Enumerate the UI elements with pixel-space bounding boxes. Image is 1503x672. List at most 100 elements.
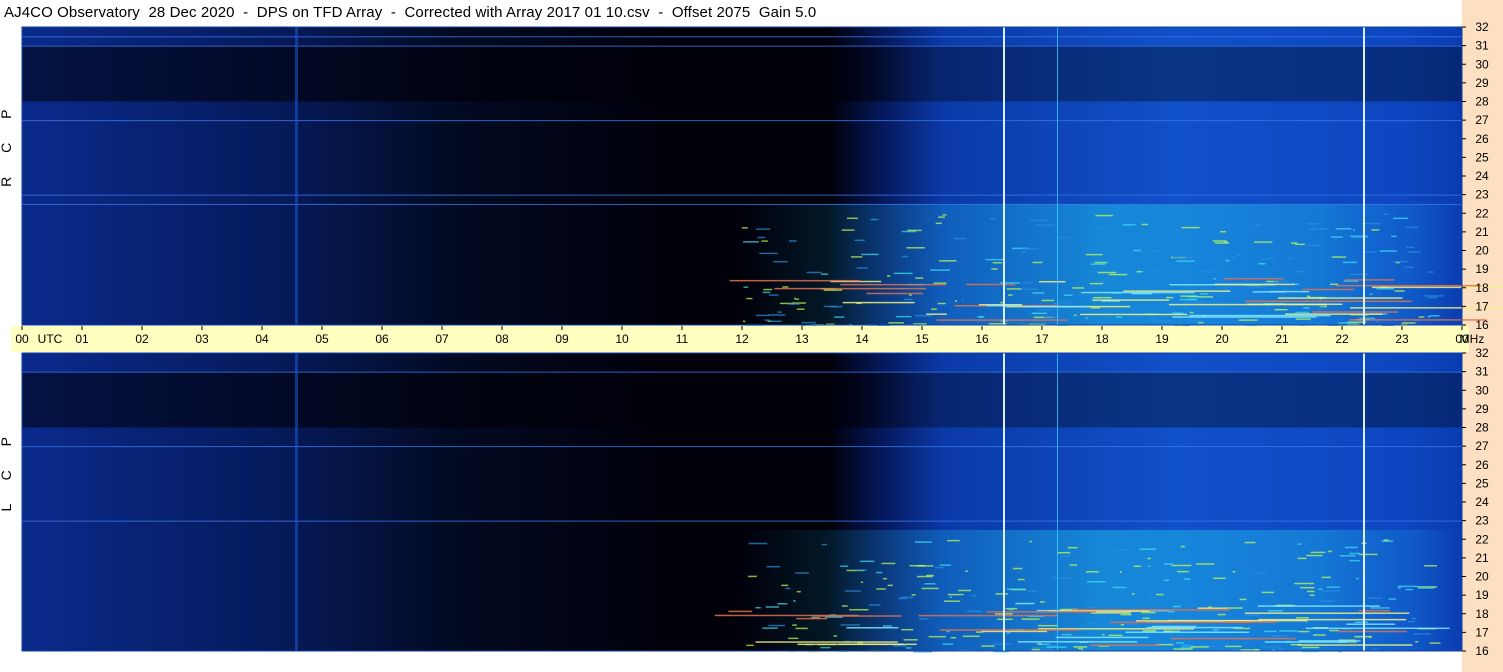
burst-speckle <box>1083 623 1101 625</box>
burst-speckle <box>1296 617 1309 619</box>
burst-speckle <box>901 255 908 258</box>
burst-speckle <box>1133 249 1142 252</box>
emission-streak <box>1081 291 1195 294</box>
burst-speckle <box>1429 315 1440 317</box>
burst-speckle <box>1057 236 1070 239</box>
burst-speckle <box>1243 614 1260 616</box>
emission-streak <box>1092 299 1170 301</box>
y-tick-label: 31 <box>1475 365 1489 379</box>
polarization-label: R C P <box>0 100 14 187</box>
vertical-bright-line <box>1363 353 1365 651</box>
burst-speckle <box>742 227 748 229</box>
burst-speckle <box>1224 241 1228 244</box>
burst-speckle <box>1264 630 1277 633</box>
vertical-bright-line <box>1003 27 1005 325</box>
burst-speckle <box>1060 555 1071 557</box>
burst-speckle <box>781 584 789 587</box>
burst-speckle <box>915 314 932 317</box>
burst-speckle <box>1017 578 1025 581</box>
burst-speckle <box>773 260 788 263</box>
y-tick-label: 28 <box>1475 421 1489 435</box>
burst-speckle <box>1404 266 1414 269</box>
y-tick-label: 18 <box>1475 607 1489 621</box>
burst-speckle <box>1122 224 1136 226</box>
burst-speckle <box>1254 241 1273 243</box>
x-tick-label: 20 <box>1215 332 1229 346</box>
emission-streak <box>1125 631 1249 634</box>
burst-speckle <box>1306 590 1315 593</box>
burst-speckle <box>1237 564 1242 567</box>
burst-speckle <box>1326 586 1340 588</box>
burst-speckle <box>1311 228 1315 231</box>
burst-speckle <box>1148 565 1151 568</box>
burst-speckle <box>1120 623 1124 626</box>
x-tick-label: 08 <box>495 332 509 346</box>
burst-speckle <box>1274 308 1288 311</box>
burst-speckle <box>847 217 858 220</box>
burst-speckle <box>785 587 791 590</box>
emission-streak <box>926 313 947 315</box>
x-tick-label: 17 <box>1035 332 1049 346</box>
burst-speckle <box>1094 261 1108 264</box>
x-tick-label: 14 <box>855 332 869 346</box>
burst-speckle <box>756 314 769 317</box>
burst-speckle <box>934 566 944 569</box>
burst-speckle <box>1330 283 1339 286</box>
burst-speckle <box>1392 217 1409 220</box>
burst-speckle <box>757 236 766 239</box>
burst-speckle <box>840 624 861 626</box>
burst-speckle <box>1089 282 1104 285</box>
burst-speckle <box>1093 296 1112 299</box>
burst-speckle <box>903 639 918 641</box>
x-tick-label: 13 <box>795 332 809 346</box>
burst-speckle <box>1039 601 1045 603</box>
burst-speckle <box>1189 298 1197 301</box>
burst-speckle <box>942 643 954 645</box>
burst-speckle <box>1427 296 1437 299</box>
emission-streak <box>774 287 927 290</box>
burst-speckle <box>981 645 995 647</box>
burst-speckle <box>882 577 888 580</box>
burst-speckle <box>1236 254 1242 256</box>
emission-streak <box>986 611 1096 613</box>
burst-speckle <box>938 216 945 218</box>
burst-speckle <box>823 289 843 291</box>
burst-speckle <box>1021 251 1027 253</box>
burst-speckle <box>1031 312 1047 315</box>
burst-speckle <box>1133 565 1142 568</box>
burst-speckle <box>1283 289 1288 291</box>
emission-streak <box>1302 288 1355 291</box>
burst-speckle <box>1405 588 1414 591</box>
burst-speckle <box>1307 222 1321 225</box>
y-tick-label: 16 <box>1475 318 1489 332</box>
burst-speckle <box>759 252 778 255</box>
burst-speckle <box>1046 646 1067 648</box>
emission-streak <box>1197 607 1227 609</box>
y-tick-label: 19 <box>1475 588 1489 602</box>
burst-speckle <box>1037 309 1053 311</box>
burst-speckle <box>764 319 770 321</box>
burst-speckle <box>1200 271 1219 273</box>
burst-speckle <box>795 298 800 300</box>
burst-speckle <box>1168 610 1175 613</box>
burst-speckle <box>1392 260 1408 263</box>
x-tick-label: 19 <box>1155 332 1169 346</box>
emission-streak <box>1039 280 1066 283</box>
burst-speckle <box>1252 572 1269 574</box>
burst-speckle <box>746 644 754 647</box>
burst-speckle <box>931 308 937 310</box>
burst-speckle <box>1408 620 1415 623</box>
burst-speckle <box>1269 635 1289 637</box>
burst-speckle <box>935 222 942 225</box>
burst-speckle <box>1126 623 1140 625</box>
burst-speckle <box>1232 570 1236 573</box>
burst-speckle <box>850 256 863 258</box>
burst-speckle <box>1142 617 1150 620</box>
burst-speckle <box>1012 567 1023 570</box>
burst-speckle <box>995 593 1008 595</box>
burst-speckle <box>930 269 951 271</box>
burst-speckle <box>1220 230 1226 233</box>
burst-speckle <box>1244 541 1256 544</box>
burst-speckle <box>1072 287 1084 289</box>
y-tick-label: 29 <box>1475 402 1489 416</box>
